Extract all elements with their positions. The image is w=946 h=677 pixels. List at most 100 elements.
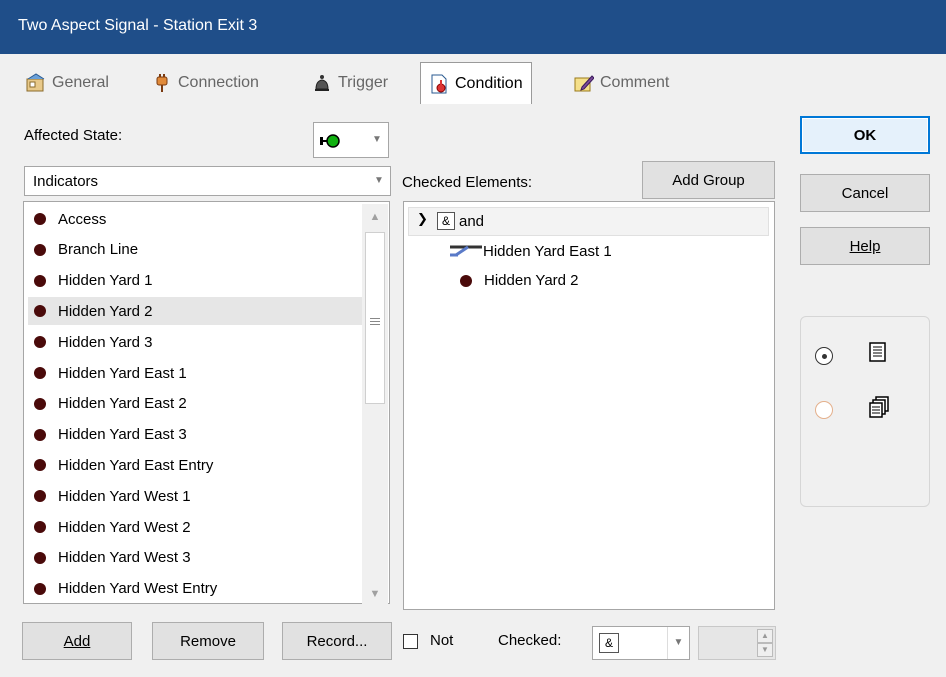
cascade-view-radio[interactable]	[815, 401, 833, 419]
list-item[interactable]: Hidden Yard East 1	[28, 359, 358, 387]
remove-button[interactable]: Remove	[152, 622, 264, 660]
tab-trigger-label: Trigger	[338, 74, 389, 91]
cancel-button[interactable]: Cancel	[800, 174, 930, 212]
chevron-down-icon[interactable]: ▼	[667, 627, 689, 659]
indicator-dot-icon	[34, 459, 46, 472]
title-bar: Two Aspect Signal - Station Exit 3	[0, 0, 946, 54]
tree-item-label: Hidden Yard East 1	[483, 242, 612, 260]
tab-comment[interactable]: Comment	[574, 64, 669, 102]
checked-label: Checked:	[498, 632, 562, 649]
green-signal-icon	[320, 134, 342, 152]
spinner-down-icon[interactable]: ▼	[757, 643, 773, 657]
chevron-down-icon[interactable]: ▼	[366, 123, 388, 157]
category-combo[interactable]: Indicators ▼	[24, 166, 391, 196]
list-item-label: Hidden Yard East 2	[58, 395, 187, 413]
tab-comment-label: Comment	[600, 74, 670, 91]
list-item-label: Hidden Yard 1	[58, 272, 153, 290]
tab-general-label: General	[52, 74, 109, 91]
and-operator-icon: &	[599, 633, 619, 653]
list-item-label: Hidden Yard West 3	[58, 549, 191, 567]
affected-state-label: Affected State:	[24, 127, 123, 144]
chevron-down-icon[interactable]: ❯	[417, 211, 428, 227]
tab-condition-label: Condition	[455, 74, 523, 92]
window-title: Two Aspect Signal - Station Exit 3	[18, 17, 258, 34]
cascade-view-icon	[868, 396, 890, 422]
category-combo-value: Indicators	[33, 173, 99, 190]
list-item-label: Hidden Yard 2	[58, 302, 153, 320]
indicator-list[interactable]: Access Branch Line Hidden Yard 1 Hidden Yar…	[23, 201, 390, 604]
tree-item-label: Hidden Yard 2	[484, 272, 579, 289]
not-checkbox[interactable]	[403, 634, 418, 649]
list-item[interactable]: Branch Line	[28, 236, 358, 264]
scroll-down-icon[interactable]: ▼	[362, 583, 388, 605]
list-view-icon	[868, 342, 888, 366]
list-item[interactable]: Access	[28, 205, 358, 233]
list-view-radio[interactable]	[815, 347, 833, 365]
list-item-label: Hidden Yard East Entry	[58, 456, 214, 474]
ok-button[interactable]: OK	[800, 116, 930, 154]
indicator-dot-icon	[34, 397, 46, 410]
list-item[interactable]: Hidden Yard 1	[28, 267, 358, 295]
comment-edit-icon	[574, 73, 595, 93]
indicator-dot-icon	[34, 213, 46, 225]
help-button-label: Help	[849, 237, 881, 255]
list-item[interactable]: Hidden Yard West 2	[28, 513, 358, 541]
checked-elements-tree[interactable]	[403, 201, 775, 610]
indicator-dot-icon	[34, 428, 46, 441]
tab-connection-label: Connection	[178, 74, 259, 91]
tab-connection[interactable]: Connection	[152, 64, 259, 102]
indicator-dot-icon	[34, 274, 46, 287]
indicator-dot-icon	[34, 582, 46, 595]
general-properties-icon	[26, 73, 46, 93]
indicator-dot-icon	[34, 336, 46, 349]
list-item[interactable]: Hidden Yard West 1	[28, 482, 358, 510]
add-button[interactable]: Add	[22, 622, 132, 660]
list-item[interactable]: Hidden Yard East 3	[28, 421, 358, 449]
spinner-up-icon[interactable]: ▲	[757, 629, 773, 643]
tree-item-hidden-yard-2[interactable]: Hidden Yard 2	[460, 272, 579, 289]
switch-track-icon	[448, 241, 482, 261]
tab-general[interactable]: General	[26, 64, 109, 102]
list-item[interactable]: Hidden Yard East Entry	[28, 451, 358, 479]
indicator-dot-icon	[34, 551, 46, 564]
scroll-thumb[interactable]	[365, 232, 385, 404]
indicator-dot-icon	[34, 521, 46, 533]
affected-state-combo[interactable]: ▼	[313, 122, 389, 158]
checked-operator-combo[interactable]: & ▼	[592, 626, 690, 660]
list-item[interactable]: Hidden Yard East 2	[28, 390, 358, 418]
tab-trigger[interactable]: Trigger	[312, 64, 388, 102]
checked-elements-label: Checked Elements:	[402, 174, 533, 191]
chevron-down-icon[interactable]: ▼	[368, 167, 390, 195]
add-button-label: Add	[63, 632, 91, 650]
indicator-dot-icon	[34, 243, 46, 256]
tree-group-label: and	[459, 213, 485, 230]
scroll-up-icon[interactable]: ▲	[362, 206, 388, 228]
condition-document-icon	[429, 74, 449, 94]
list-item-label: Hidden Yard East 3	[58, 426, 187, 444]
not-label: Not	[430, 632, 454, 649]
list-item[interactable]: Hidden Yard 2	[28, 297, 362, 326]
record-button[interactable]: Record...	[282, 622, 392, 660]
tree-item-hidden-yard-east-1[interactable]: Hidden Yard East 1	[448, 241, 612, 261]
tab-condition[interactable]: Condition	[420, 62, 532, 104]
list-item[interactable]: Hidden Yard West Entry	[28, 575, 358, 603]
list-item-label: Hidden Yard East 1	[58, 364, 187, 382]
indicator-dot-icon	[460, 274, 472, 287]
list-item-label: Hidden Yard West Entry	[58, 580, 218, 598]
indicator-list-scrollbar[interactable]: ▲ ▼	[362, 204, 388, 607]
trigger-bell-icon	[312, 73, 332, 93]
list-item-label: Hidden Yard West 2	[58, 518, 191, 536]
and-group-icon: &	[437, 212, 455, 230]
list-item[interactable]: Hidden Yard 3	[28, 328, 358, 356]
plug-icon	[152, 73, 172, 93]
list-item[interactable]: Hidden Yard West 3	[28, 544, 358, 572]
list-item-label: Hidden Yard 3	[58, 333, 153, 351]
list-item-label: Hidden Yard West 1	[58, 487, 191, 505]
list-item-label: Branch Line	[58, 241, 139, 259]
list-item-label: Access	[58, 210, 107, 228]
tree-group-and[interactable]: ❯ & and	[408, 207, 769, 236]
indicator-dot-icon	[34, 305, 46, 318]
add-group-button[interactable]: Add Group	[642, 161, 775, 199]
count-spinner[interactable]: ▲ ▼	[698, 626, 776, 660]
help-button[interactable]: Help	[800, 227, 930, 265]
